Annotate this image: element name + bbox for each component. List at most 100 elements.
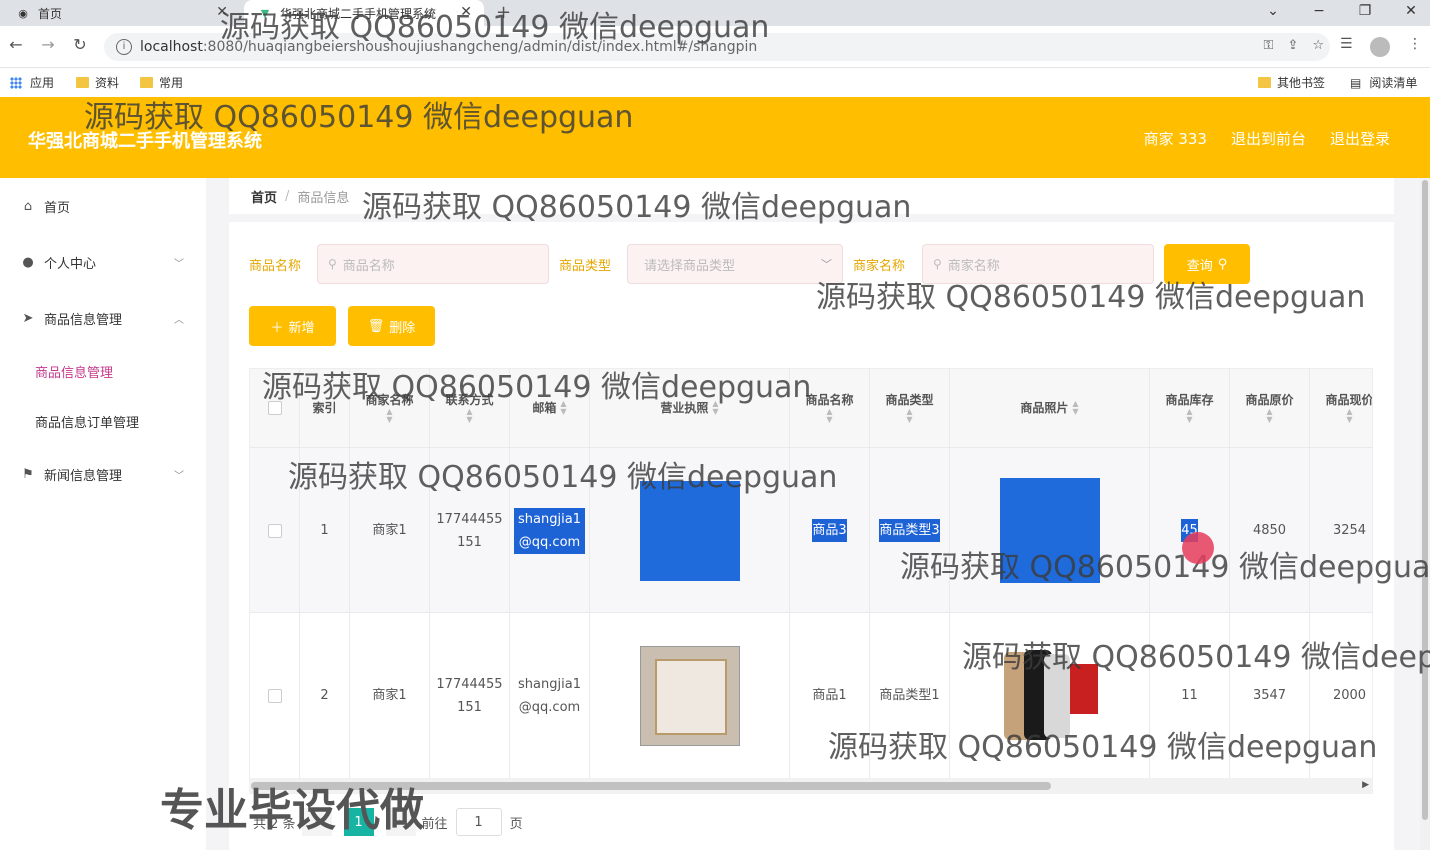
goods-name-input[interactable]: ⚲ 商品名称	[317, 244, 549, 284]
search-button-label: 查询	[1186, 258, 1213, 274]
back-to-front-link[interactable]: 退出到前台	[1231, 128, 1306, 149]
row-checkbox[interactable]	[267, 523, 282, 538]
sidebar-item-label: 首页	[44, 200, 71, 216]
bookmark-changyong[interactable]: 常用	[140, 74, 183, 91]
goods-type-select[interactable]: 请选择商品类型 ﹀	[627, 244, 843, 284]
cell-goods-type-text: 商品类型3	[879, 519, 940, 542]
page-vertical-scrollbar[interactable]	[1420, 178, 1430, 850]
header-stock[interactable]: 商品库存 ▲ ▼	[1150, 369, 1230, 447]
sort-icon[interactable]: ▲ ▼	[1186, 408, 1192, 424]
media-icon[interactable]: ☰	[1340, 36, 1353, 52]
sidebar-item-home[interactable]: ⌂ 首页	[0, 178, 206, 234]
tab-search-icon[interactable]: ⌄	[1250, 0, 1296, 26]
row-checkbox[interactable]	[267, 688, 282, 703]
apps-grid-icon	[10, 76, 22, 89]
bookmark-label: 资料	[95, 76, 120, 90]
header-orig-price[interactable]: 商品原价 ▲ ▼	[1230, 369, 1310, 447]
plus-icon: ＋	[270, 320, 284, 336]
input-placeholder: 商家名称	[947, 258, 1000, 274]
bookmark-label: 常用	[159, 76, 184, 90]
cell-license	[590, 613, 790, 778]
license-image[interactable]	[639, 645, 740, 746]
search-icon: ⚲	[933, 257, 942, 271]
chevron-down-icon: ﹀	[821, 258, 832, 271]
sidebar-item-label: 商品信息管理	[44, 312, 123, 328]
goto-page-input[interactable]: 1	[455, 808, 502, 836]
maximize-icon[interactable]: ❐	[1342, 0, 1388, 26]
bookmark-apps[interactable]: 应用	[10, 74, 54, 91]
forward-icon[interactable]: →	[36, 35, 60, 54]
star-icon[interactable]: ☆	[1312, 38, 1324, 53]
filter-type-label: 商品类型	[559, 259, 612, 274]
header-label: 商品原价	[1245, 393, 1294, 407]
key-icon[interactable]: ⚿	[1264, 38, 1274, 53]
header-links: 商家 333 退出到前台 退出登录	[1144, 128, 1390, 149]
window-controls: ⌄ − ❐ ✕	[1250, 0, 1430, 26]
bookmark-label: 应用	[30, 76, 55, 90]
info-icon[interactable]: i	[116, 39, 132, 55]
goto-label: 前往	[421, 816, 448, 832]
watermark-text: 源码获取 QQ86050149 微信deepguan	[362, 190, 912, 225]
cell-email: shangjia1@qq.com	[510, 613, 590, 778]
minimize-icon[interactable]: −	[1296, 0, 1342, 26]
add-button[interactable]: ＋ 新增	[249, 306, 336, 346]
delete-button[interactable]: 🗑 删除	[348, 306, 435, 346]
sort-icon[interactable]: ▲ ▼	[906, 408, 912, 424]
cell-index: 2	[300, 613, 350, 778]
scrollbar-thumb[interactable]	[1422, 180, 1428, 820]
row-select[interactable]	[250, 613, 300, 778]
watermark-text: 源码获取 QQ86050149 微信deepguan	[816, 280, 1366, 315]
sort-icon[interactable]: ▲ ▼	[466, 408, 472, 424]
watermark-big-text: 专业毕设代做	[160, 785, 424, 836]
search-icon: ⚲	[328, 257, 337, 271]
current-user-link[interactable]: 商家 333	[1144, 128, 1207, 149]
reload-icon[interactable]: ↻	[68, 35, 92, 54]
bookmark-reading-list[interactable]: ▤ 阅读清单	[1350, 74, 1417, 91]
bookmark-ziliao[interactable]: 资料	[76, 74, 119, 91]
scroll-right-icon[interactable]: ▶	[1362, 780, 1369, 790]
header-goods-type[interactable]: 商品类型 ▲ ▼	[870, 369, 950, 447]
sidebar-item-goods[interactable]: ➤ 商品信息管理 ︿	[0, 290, 206, 346]
watermark-text: 源码获取 QQ86050149 微信deepguan	[262, 370, 812, 405]
watermark-text: 源码获取 QQ86050149 微信deepguan	[900, 550, 1430, 585]
sidebar-subitem-goods-manage[interactable]: 商品信息管理	[0, 346, 206, 396]
share-icon[interactable]: ⇪	[1287, 38, 1298, 53]
breadcrumb-current: 商品信息	[297, 190, 350, 206]
header-cur-price[interactable]: 商品现价 ▲ ▼	[1310, 369, 1373, 447]
sort-icon[interactable]: ▲ ▼	[386, 408, 392, 424]
avatar[interactable]	[1370, 37, 1390, 57]
sort-icon[interactable]: ▲ ▼	[1346, 408, 1352, 424]
sort-icon[interactable]: ▲ ▼	[826, 408, 832, 424]
bookmark-label: 阅读清单	[1369, 76, 1418, 90]
cell-goods-type: 商品类型3	[870, 448, 950, 613]
watermark-text: 源码获取 QQ86050149 微信deepguan	[220, 10, 770, 45]
sort-icon[interactable]: ▲ ▼	[1072, 400, 1078, 416]
folder-icon	[76, 77, 89, 88]
cell-stock: 45	[1150, 448, 1230, 613]
sort-icon[interactable]: ▲ ▼	[1266, 408, 1272, 424]
watermark-text: 源码获取 QQ86050149 微信deepguan	[962, 640, 1430, 675]
bookmark-other[interactable]: 其他书签	[1258, 74, 1325, 91]
bookmark-label: 其他书签	[1277, 76, 1326, 90]
sidebar-item-profile[interactable]: ● 个人中心 ﹀	[0, 234, 206, 290]
user-icon: ●	[22, 254, 34, 270]
sidebar-item-label: 个人中心	[44, 256, 97, 272]
more-icon[interactable]: ⋮	[1408, 36, 1422, 52]
cell-merchant: 商家1	[350, 613, 430, 778]
sidebar-subitem-goods-orders[interactable]: 商品信息订单管理	[0, 396, 206, 446]
mouse-cursor	[1182, 532, 1214, 564]
watermark-text: 源码获取 QQ86050149 微信deepguan	[288, 460, 838, 495]
browser-tab-home[interactable]: ◉ 首页 ✕	[0, 0, 240, 26]
add-button-label: 新增	[288, 320, 315, 336]
send-icon: ➤	[22, 310, 34, 326]
logout-link[interactable]: 退出登录	[1330, 128, 1390, 149]
window-close-icon[interactable]: ✕	[1388, 0, 1430, 26]
header-label: 商品现价	[1325, 393, 1373, 407]
cell-email-text: shangjia1@qq.com	[514, 507, 585, 554]
sidebar-item-news[interactable]: ⚑ 新闻信息管理 ﹀	[0, 446, 206, 502]
folder-icon	[1258, 77, 1271, 88]
breadcrumb-home[interactable]: 首页	[251, 187, 277, 206]
back-icon[interactable]: ←	[4, 35, 28, 54]
header-goods-photo[interactable]: 商品照片 ▲ ▼	[950, 369, 1150, 447]
sidebar-item-label: 新闻信息管理	[44, 468, 123, 484]
